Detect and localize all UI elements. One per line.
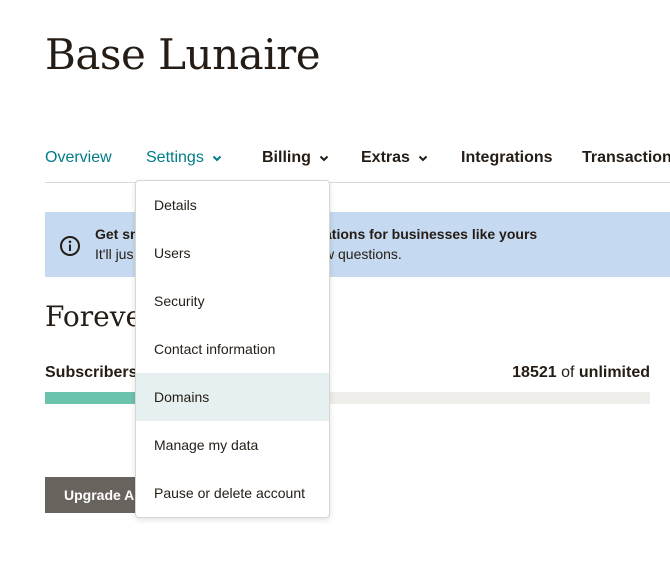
tab-transactional[interactable]: Transaction	[582, 146, 670, 170]
chevron-down-icon	[319, 153, 329, 163]
tab-overview[interactable]: Overview	[45, 146, 112, 170]
subscribers-progress-fill	[45, 392, 136, 404]
subscribers-of: of	[561, 364, 575, 381]
banner-heading-start: Get sn	[95, 226, 139, 242]
subscribers-limit: unlimited	[578, 364, 650, 381]
plan-title: Foreve	[45, 300, 143, 333]
menu-item-users[interactable]: Users	[136, 229, 329, 277]
info-icon	[59, 235, 81, 257]
menu-item-domains[interactable]: Domains	[136, 373, 329, 421]
menu-item-pause-or-delete-account[interactable]: Pause or delete account	[136, 469, 329, 517]
tab-integrations-label: Integrations	[461, 149, 553, 166]
page-title: Base Lunaire	[45, 30, 321, 79]
upgrade-button-label: Upgrade A	[64, 487, 135, 503]
tab-billing-label: Billing	[262, 149, 311, 166]
banner-text-end: w questions.	[324, 246, 402, 262]
settings-dropdown-menu: Details Users Security Contact informati…	[135, 180, 330, 518]
tab-transactional-label: Transaction	[582, 149, 670, 166]
menu-item-security[interactable]: Security	[136, 277, 329, 325]
subscribers-number: 18521	[512, 364, 557, 381]
banner-text-start: It'll jus	[95, 246, 134, 262]
tab-settings[interactable]: Settings	[146, 146, 222, 170]
tab-overview-label: Overview	[45, 149, 112, 166]
chevron-down-icon	[418, 153, 428, 163]
menu-item-manage-my-data[interactable]: Manage my data	[136, 421, 329, 469]
tab-integrations[interactable]: Integrations	[461, 146, 553, 170]
tab-settings-label: Settings	[146, 149, 204, 166]
chevron-down-icon	[212, 153, 222, 163]
banner-heading-end: ations for businesses like yours	[324, 226, 538, 242]
subscribers-label: Subscribers	[45, 364, 138, 381]
subscribers-count: 18521 of unlimited	[512, 364, 650, 382]
menu-item-contact-information[interactable]: Contact information	[136, 325, 329, 373]
tab-extras-label: Extras	[361, 149, 410, 166]
main-nav: Overview Settings Billing Extras Integra…	[45, 146, 670, 183]
menu-item-details[interactable]: Details	[136, 181, 329, 229]
tab-billing[interactable]: Billing	[262, 146, 329, 170]
tab-extras[interactable]: Extras	[361, 146, 428, 170]
